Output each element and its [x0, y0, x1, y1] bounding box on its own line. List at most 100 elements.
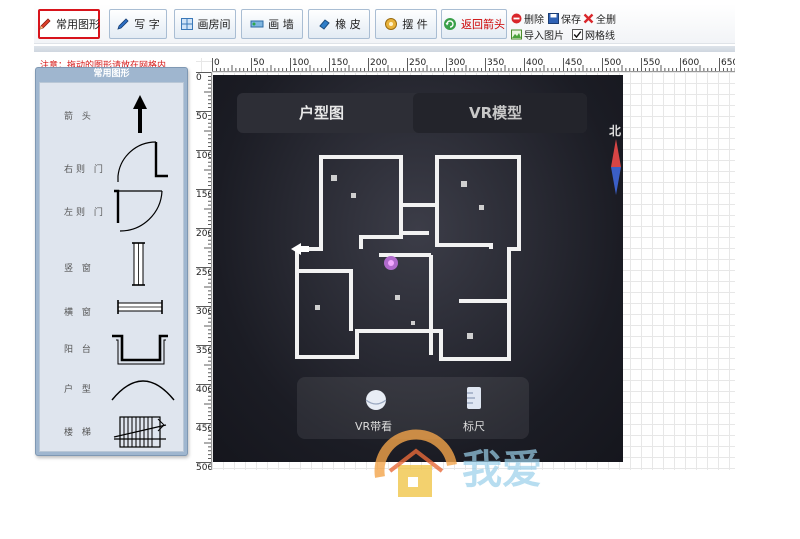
ruler-left-tick-label: 450: [196, 424, 212, 434]
left-door-icon: [114, 189, 163, 232]
gridlines-toggle[interactable]: 网格线: [572, 27, 615, 42]
imported-floorplan-image[interactable]: 户型图 VR模型 北 VR带看 标尺: [213, 75, 623, 462]
shape-item-horizontal-window[interactable]: 横 窗: [40, 293, 183, 333]
ruler-top-tick-label: 250: [409, 58, 427, 68]
room-icon: [180, 17, 194, 31]
pencil-icon: [38, 17, 52, 31]
ruler-left: 0 50 100 150 200 250 300 350 400 450 500: [196, 72, 212, 470]
ruler-top-tick-label: 500: [604, 58, 622, 68]
ruler-top-tick-label: 50: [253, 58, 265, 68]
return-arrow-icon: [443, 17, 457, 31]
write-text-button[interactable]: 写 字: [109, 9, 167, 39]
ruler-left-tick-label: 350: [196, 346, 212, 356]
furniture-icon: [384, 17, 398, 31]
ruler-top-tick-label: 350: [487, 58, 505, 68]
ruler-left-tick-label: 200: [196, 229, 212, 239]
shape-item-balcony[interactable]: 阳 台: [40, 328, 183, 368]
shape-label: 箭 头: [64, 112, 94, 122]
svg-text:我爱: 我爱: [462, 447, 542, 493]
image-tab-floorplan: 户型图: [299, 104, 345, 122]
ruler-top: 0 50 100 150 200 250 300 350 400 450 500 550 600 650: [212, 58, 735, 72]
eraser-label: 橡 皮: [335, 18, 361, 31]
vertical-window-icon: [132, 242, 145, 286]
balcony-icon: [112, 334, 168, 365]
shape-item-arrow[interactable]: 箭 头: [40, 93, 183, 133]
return-arrow-button[interactable]: 返回箭头: [441, 9, 507, 39]
shape-item-left-door[interactable]: 左则 门: [40, 183, 183, 232]
shapes-list: 箭 头 右则 门 左则 门 竖 窗 横 窗 阳 台 户 型 楼 梯: [39, 82, 184, 452]
ruler-left-tick-label: 500: [196, 463, 212, 470]
ruler-top-tick-label: 100: [292, 58, 310, 68]
ruler-left-tick-label: 100: [196, 151, 212, 161]
return-arrow-label: 返回箭头: [461, 18, 505, 31]
ruler-left-tick-label: 400: [196, 385, 212, 395]
watermark-logo: 我爱: [370, 425, 630, 508]
furniture-label: 摆 件: [402, 18, 428, 31]
ruler-left-tick-label: 150: [196, 190, 212, 200]
shape-item-floor-arc[interactable]: 户 型: [40, 368, 183, 408]
ruler-left-tick-label: 0: [196, 73, 202, 83]
import-image-button[interactable]: 导入图片: [511, 27, 564, 42]
common-shapes-panel: 常用图形 箭 头 右则 门 左则 门 竖 窗 横 窗 阳 台 户 型 楼 梯: [35, 67, 188, 456]
arrow-shape-icon: [133, 95, 147, 133]
image-icon: [511, 29, 522, 40]
toolbar-divider: [34, 46, 735, 52]
save-button[interactable]: 保存: [548, 11, 581, 26]
save-label: 保存: [561, 15, 581, 26]
shape-label: 横 窗: [64, 308, 94, 318]
clear-all-label: 全删: [596, 15, 616, 26]
shape-item-stairs[interactable]: 楼 梯: [40, 409, 183, 449]
image-tab-vr: VR模型: [469, 104, 523, 122]
draw-room-label: 画房间: [197, 18, 231, 31]
gridlines-label: 网格线: [585, 31, 615, 42]
shape-label: 竖 窗: [64, 264, 94, 274]
floorplan-drawing: [291, 155, 521, 361]
ruler-top-tick-label: 550: [643, 58, 661, 68]
compass-icon: [611, 139, 621, 195]
ruler-top-tick-label: 0: [214, 58, 220, 68]
ruler-top-tick-label: 450: [565, 58, 583, 68]
panel-title: 常用图形: [93, 69, 130, 79]
draw-room-button[interactable]: 画房间: [174, 9, 236, 39]
horizontal-window-icon: [117, 300, 163, 314]
furniture-button[interactable]: 摆 件: [375, 9, 437, 39]
ruler-top-tick-label: 200: [370, 58, 388, 68]
write-text-label: 写 字: [134, 18, 160, 31]
image-tab-bar: 户型图 VR模型: [237, 93, 587, 133]
pen-icon: [116, 17, 130, 31]
draw-wall-label: 画 墙: [268, 18, 294, 31]
eraser-button[interactable]: 橡 皮: [308, 9, 370, 39]
shape-label: 右则 门: [64, 165, 106, 175]
shape-item-right-door[interactable]: 右则 门: [40, 138, 183, 182]
ruler-top-tick-label: 300: [448, 58, 466, 68]
ruler-measure-icon: [467, 387, 481, 409]
close-x-icon: [583, 13, 594, 24]
save-icon: [548, 13, 559, 24]
delete-icon: [511, 13, 522, 24]
common-shapes-button[interactable]: 常用图形: [38, 9, 100, 39]
clear-all-button[interactable]: 全删: [583, 11, 616, 26]
ruler-top-tick-label: 650: [721, 58, 735, 68]
ruler-left-tick-label: 300: [196, 307, 212, 317]
ruler-top-tick-label: 150: [331, 58, 349, 68]
shape-label: 楼 梯: [64, 428, 94, 438]
checkbox-checked-icon[interactable]: [572, 29, 583, 40]
toolbar: 常用图形 写 字 画房间 画 墙 橡 皮 摆 件 返回箭头 删除 保存 全删 导…: [34, 4, 735, 44]
right-door-icon: [117, 141, 168, 182]
floor-arc-icon: [111, 380, 175, 401]
ruler-left-tick-label: 250: [196, 268, 212, 278]
common-shapes-label: 常用图形: [56, 18, 100, 31]
ruler-top-tick-label: 400: [526, 58, 544, 68]
stairs-icon: [113, 416, 167, 448]
shape-label: 阳 台: [64, 345, 94, 355]
compass-north-label: 北: [609, 124, 622, 138]
shape-label: 左则 门: [64, 208, 106, 218]
draw-wall-button[interactable]: 画 墙: [241, 9, 303, 39]
shape-label: 户 型: [64, 385, 94, 395]
shape-item-vertical-window[interactable]: 竖 窗: [40, 239, 183, 286]
vr-sphere-icon: [365, 390, 387, 410]
delete-button[interactable]: 删除: [511, 11, 544, 26]
eraser-icon: [317, 17, 331, 31]
ruler-top-tick-label: 600: [682, 58, 700, 68]
delete-label: 删除: [524, 15, 544, 26]
